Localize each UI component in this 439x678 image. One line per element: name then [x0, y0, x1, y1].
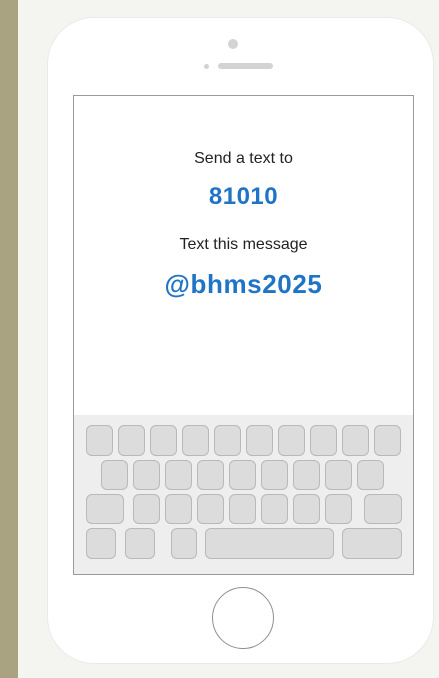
send-prompt: Send a text to — [194, 150, 293, 167]
message-prompt: Text this message — [179, 236, 308, 253]
keyword-text: @bhms2025 — [164, 269, 323, 299]
keyboard-key[interactable] — [197, 494, 224, 524]
sensor-icon — [204, 64, 209, 69]
home-button-icon[interactable] — [212, 587, 274, 649]
mic-key[interactable] — [171, 528, 197, 559]
keyboard-key[interactable] — [150, 425, 177, 456]
keyboard-key[interactable] — [214, 425, 241, 456]
keyboard-key[interactable] — [86, 425, 113, 456]
keyboard-key[interactable] — [342, 425, 369, 456]
keyboard-key[interactable] — [229, 494, 256, 524]
keyboard-key[interactable] — [293, 494, 320, 524]
keyboard-key[interactable] — [293, 460, 320, 490]
keyboard-key[interactable] — [229, 460, 256, 490]
keyboard-key[interactable] — [101, 460, 128, 490]
keyboard-key[interactable] — [118, 425, 145, 456]
keyboard-key[interactable] — [197, 460, 224, 490]
keyboard-key[interactable] — [357, 460, 384, 490]
phone-number: 81010 — [208, 183, 279, 210]
camera-icon — [228, 39, 238, 49]
keyboard-key[interactable] — [165, 460, 192, 490]
keyboard-key[interactable] — [133, 460, 160, 490]
keyboard-key[interactable] — [374, 425, 401, 456]
keyboard-key[interactable] — [182, 425, 209, 456]
keyboard-key[interactable] — [165, 494, 192, 524]
globe-key[interactable] — [125, 528, 155, 559]
delete-key[interactable] — [364, 494, 402, 524]
keyboard-key[interactable] — [246, 425, 273, 456]
number-key[interactable] — [86, 528, 116, 559]
keyboard-key[interactable] — [310, 425, 337, 456]
keyboard-key[interactable] — [325, 460, 352, 490]
keyboard-key[interactable] — [261, 460, 288, 490]
phone-screen: Send a text to 81010 Text this message @… — [73, 95, 414, 575]
space-bar[interactable] — [205, 528, 334, 559]
speaker-icon — [218, 63, 273, 69]
keyboard-key[interactable] — [261, 494, 288, 524]
return-key[interactable] — [342, 528, 402, 559]
keyboard-key[interactable] — [325, 494, 352, 524]
keyboard-key[interactable] — [133, 494, 160, 524]
shift-key[interactable] — [86, 494, 124, 524]
keyboard — [74, 415, 413, 574]
keyboard-key[interactable] — [278, 425, 305, 456]
